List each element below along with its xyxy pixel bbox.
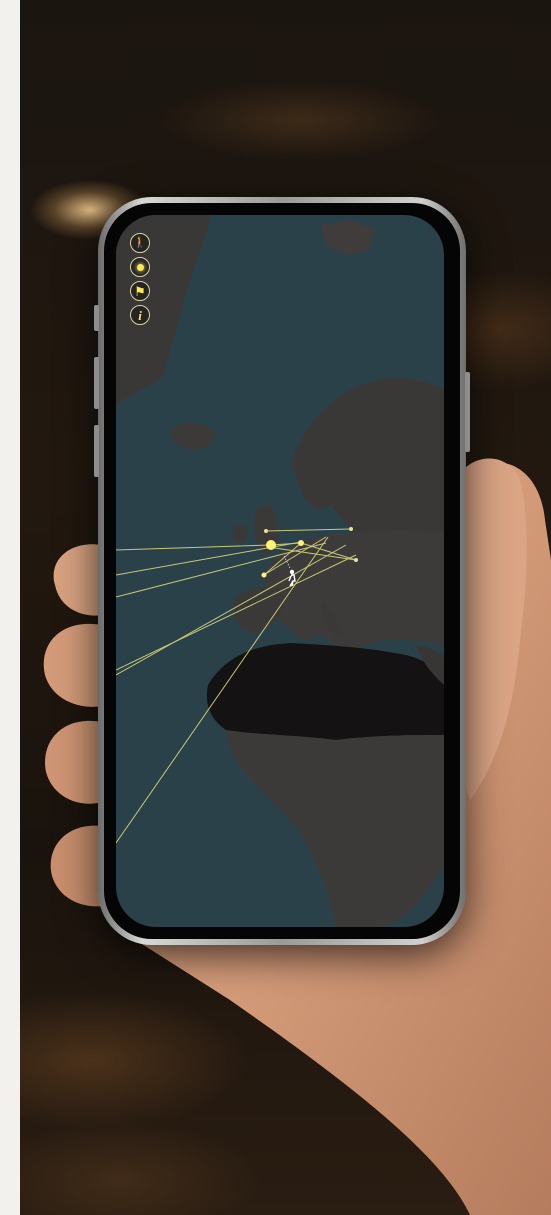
light-dot-glyph xyxy=(136,263,144,271)
hub-point xyxy=(264,529,268,533)
route-line xyxy=(265,528,352,532)
world-map[interactable] xyxy=(116,215,444,927)
walker-glyph: 🚶 xyxy=(133,236,147,249)
volume-down-button xyxy=(94,425,99,477)
route-line xyxy=(116,544,272,551)
flag-glyph: ⚑ xyxy=(134,283,146,299)
map-screen[interactable]: 🚶 ⚑ i xyxy=(116,215,444,927)
iceland-landmass xyxy=(171,423,216,450)
phone-bezel: 🚶 ⚑ i xyxy=(104,203,460,939)
map-toolbar: 🚶 ⚑ i xyxy=(130,233,152,325)
svalbard-landmass xyxy=(321,220,376,255)
africa-landmass xyxy=(226,730,444,927)
power-button xyxy=(465,372,470,452)
hub-point xyxy=(349,527,353,531)
hub-point-large xyxy=(266,540,276,550)
volume-up-button xyxy=(94,357,99,409)
scandinavia-landmass xyxy=(291,378,444,545)
sahara-region xyxy=(206,643,444,740)
ireland-landmass xyxy=(232,524,249,543)
mute-switch xyxy=(94,305,99,331)
hub-point xyxy=(354,558,358,562)
hub-point xyxy=(298,540,304,546)
flag-icon[interactable]: ⚑ xyxy=(130,281,150,301)
info-glyph: i xyxy=(138,307,142,323)
smartphone-device: 🚶 ⚑ i xyxy=(94,197,470,945)
light-dot-icon[interactable] xyxy=(130,257,150,277)
info-icon[interactable]: i xyxy=(130,305,150,325)
person-walking-icon[interactable]: 🚶 xyxy=(130,233,150,253)
europe-mainland xyxy=(266,530,444,650)
hub-point xyxy=(261,572,267,578)
